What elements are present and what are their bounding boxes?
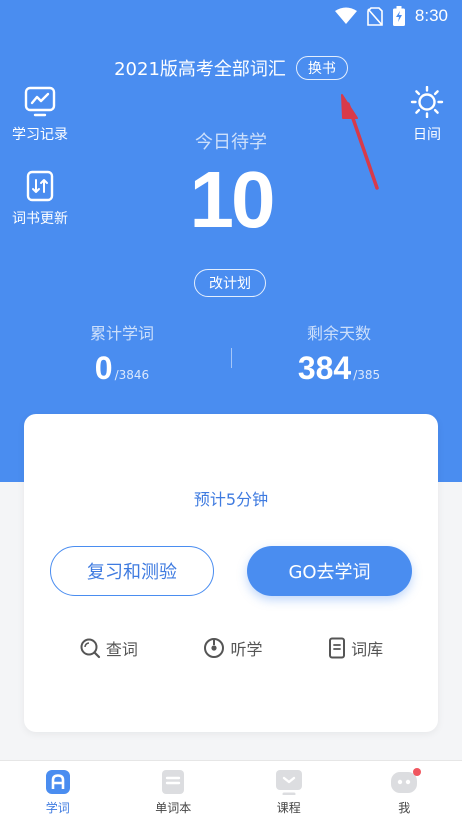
tab-me[interactable]: 我 [347, 761, 462, 821]
search-icon [80, 638, 100, 659]
status-bar: 8:30 [334, 0, 462, 32]
tab-wordbook[interactable]: 单词本 [116, 761, 232, 821]
disc-icon [204, 638, 225, 658]
study-card: 预计5分钟 复习和测验 GO去学词 查词 听学 词库 [24, 414, 438, 732]
book-title-row: 2021版高考全部词汇 换书 [0, 55, 462, 81]
lookup-word-label: 查词 [105, 640, 138, 659]
go-learn-button[interactable]: GO去学词 [247, 546, 412, 596]
change-plan-button[interactable]: 改计划 [194, 269, 266, 297]
today-count: 10 [189, 155, 276, 244]
stat-learned: 累计学词 0 /3846 [42, 320, 202, 387]
notification-badge [412, 768, 421, 776]
review-test-button[interactable]: 复习和测验 [50, 546, 214, 596]
stat-remaining-value: 384 [297, 350, 352, 386]
tab-wordbook-label: 单词本 [155, 801, 192, 815]
listen-learn-label: 听学 [230, 640, 263, 659]
course-tab-icon [275, 770, 302, 795]
listen-learn-button[interactable]: 听学 [203, 636, 262, 660]
book-title: 2021版高考全部词汇 [114, 59, 286, 80]
stats-divider [231, 348, 232, 368]
stat-learned-label: 累计学词 [89, 324, 154, 343]
wifi-icon [334, 7, 357, 24]
learn-tab-icon [45, 770, 70, 794]
no-sim-icon [367, 6, 383, 26]
stat-remaining-label: 剩余天数 [306, 324, 371, 343]
status-time: 8:30 [414, 6, 448, 25]
tab-course[interactable]: 课程 [231, 761, 347, 821]
sun-icon [410, 86, 444, 118]
stat-remaining-total: /385 [353, 368, 381, 382]
change-book-button[interactable]: 换书 [295, 56, 348, 80]
wordbook-tab-icon [162, 770, 185, 794]
stat-learned-value: 0 [94, 350, 113, 386]
tab-course-label: 课程 [276, 801, 301, 815]
battery-charging-icon [392, 6, 405, 26]
stat-remaining-days: 剩余天数 384 /385 [259, 320, 419, 387]
lookup-word-button[interactable]: 查词 [79, 636, 138, 660]
word-library-button[interactable]: 词库 [328, 636, 383, 660]
tab-learn-label: 学词 [45, 801, 70, 815]
tab-me-label: 我 [398, 801, 411, 815]
today-label: 今日待学 [195, 132, 267, 153]
bottom-tab-bar: 学词 单词本 课程 我 [0, 760, 462, 821]
estimate-text: 预计5分钟 [193, 490, 269, 509]
stat-learned-total: /3846 [114, 368, 150, 382]
chart-board-icon [24, 86, 56, 117]
document-icon [329, 637, 346, 659]
tab-learn[interactable]: 学词 [0, 761, 116, 821]
word-library-label: 词库 [351, 640, 384, 659]
card-tools: 查词 听学 词库 [24, 636, 438, 660]
